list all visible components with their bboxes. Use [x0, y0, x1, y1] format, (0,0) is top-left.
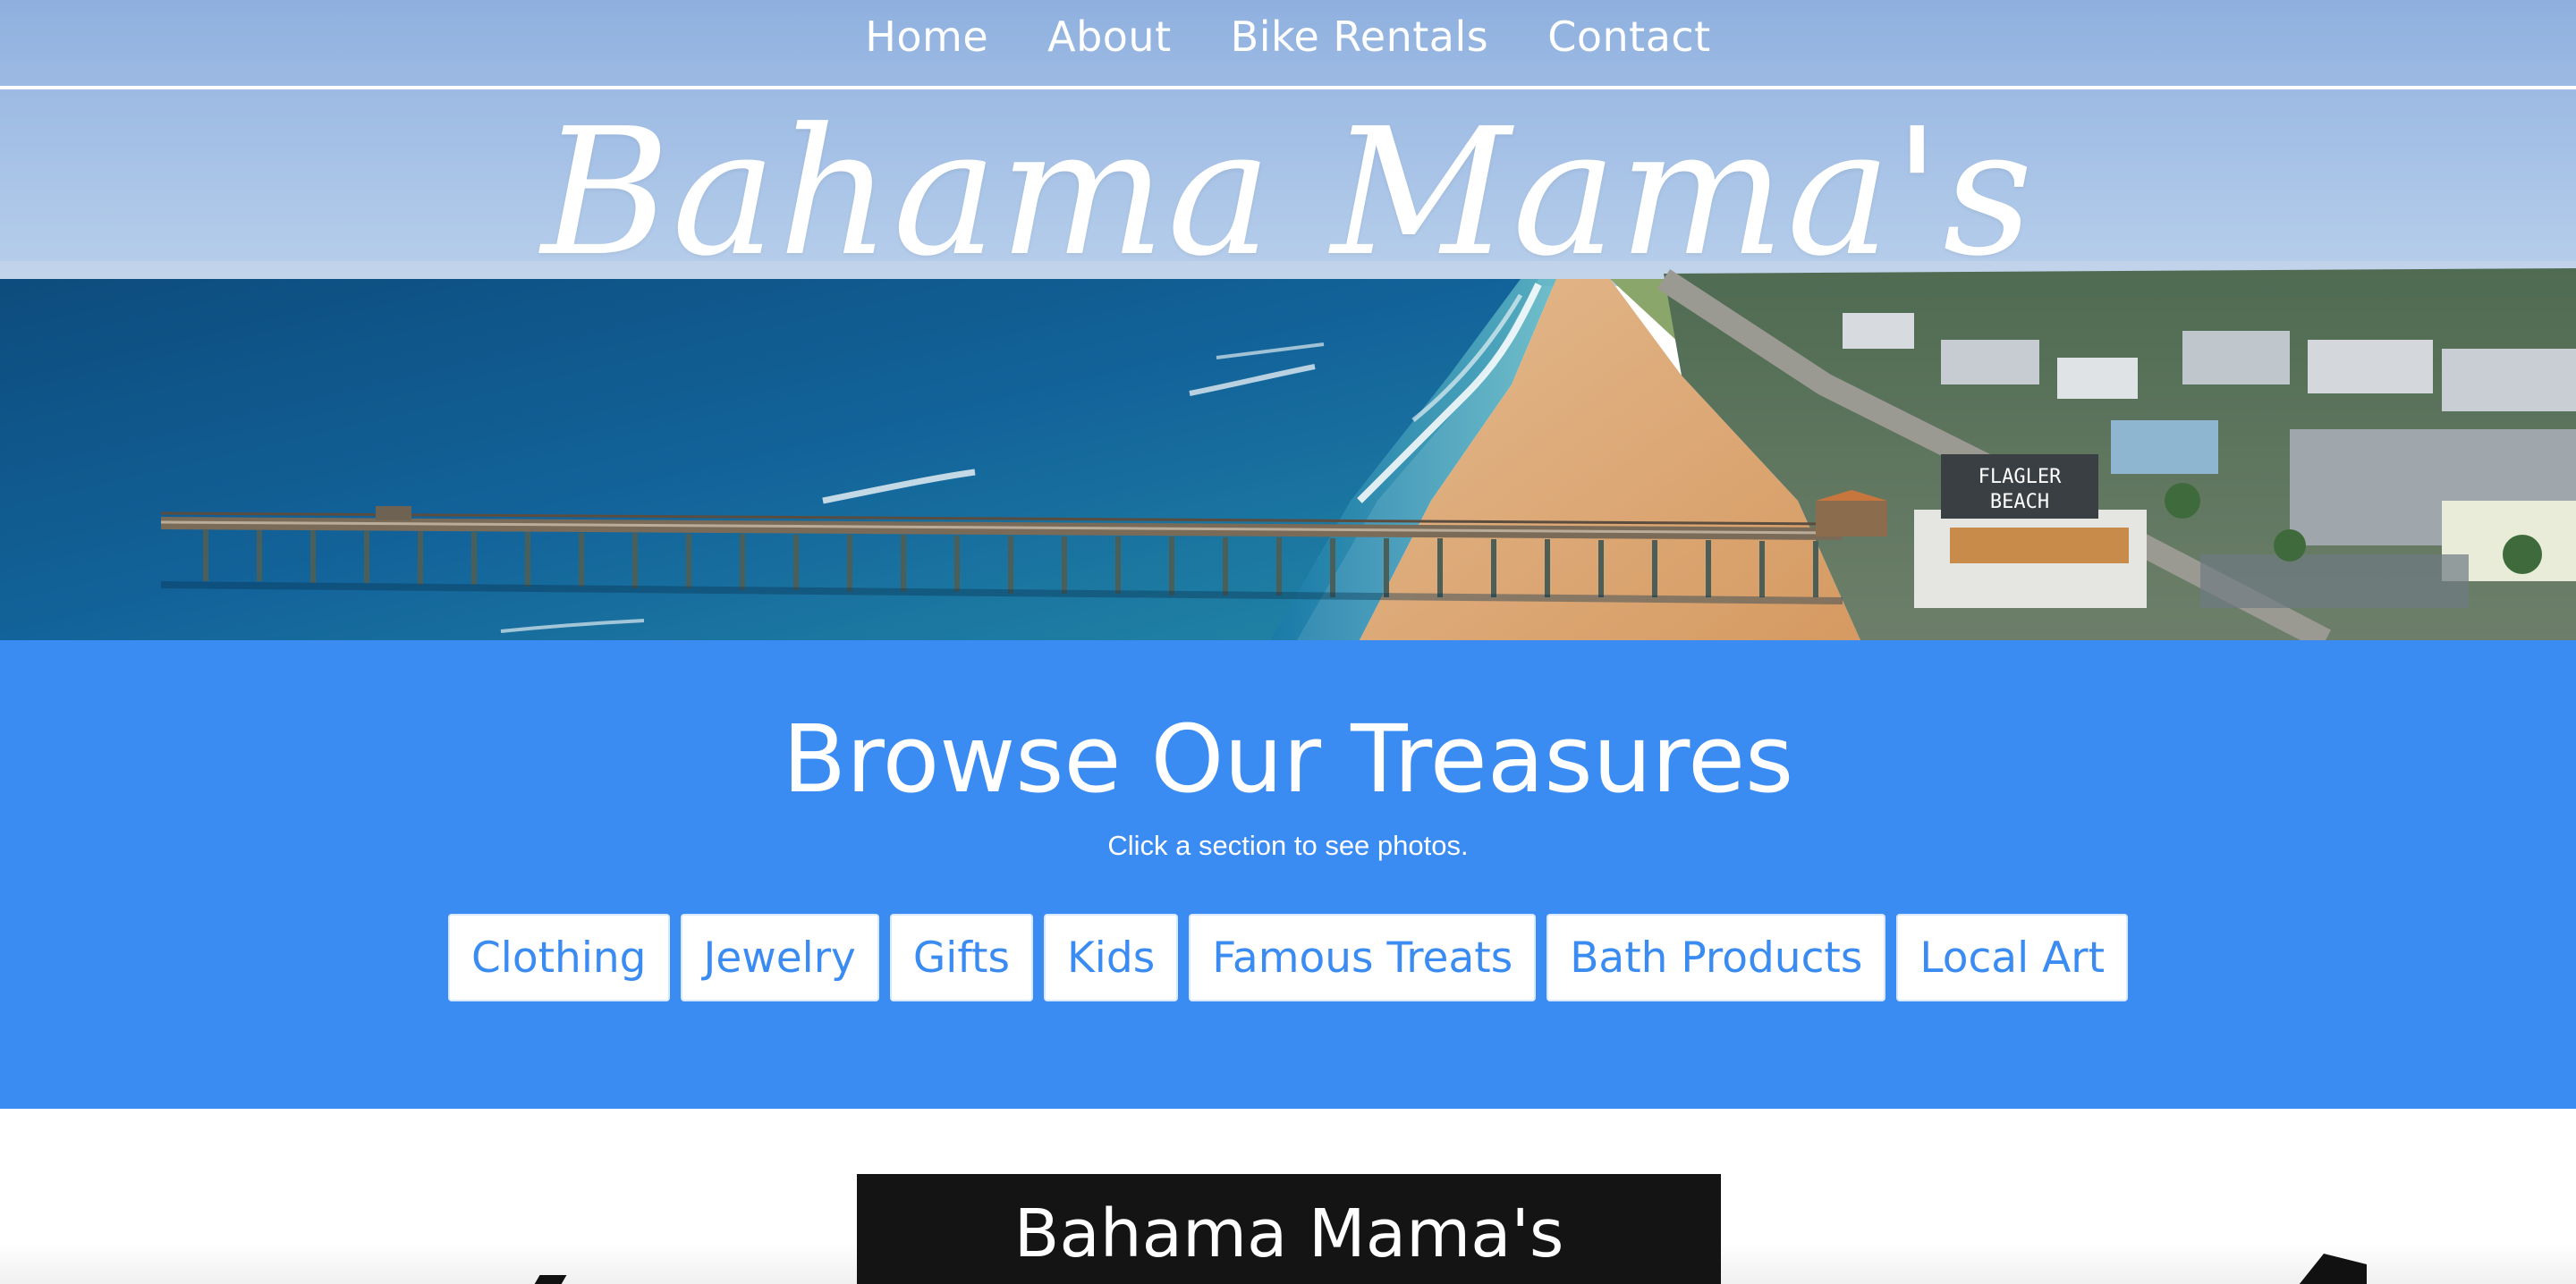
browse-section: Browse Our Treasures Click a section to … — [0, 640, 2576, 1109]
category-button-jewelry[interactable]: Jewelry — [680, 914, 879, 1001]
store-banner-card: Bahama Mama's — [857, 1174, 1721, 1284]
hero-banner: FLAGLER BEACH Home About Bike Rentals Co… — [0, 0, 2576, 640]
browse-subtitle: Click a section to see photos. — [1107, 830, 1469, 861]
nav-link-contact[interactable]: Contact — [1547, 13, 1710, 61]
nav-link-bike-rentals[interactable]: Bike Rentals — [1231, 13, 1489, 61]
site-logo-title: Bahama Mama's — [541, 91, 2035, 295]
nav-link-home[interactable]: Home — [865, 13, 988, 61]
store-banner-text: Bahama Mama's — [1013, 1195, 1564, 1272]
top-navigation: Home About Bike Rentals Contact — [0, 0, 2576, 89]
browse-heading: Browse Our Treasures — [782, 705, 1794, 814]
category-button-local-art[interactable]: Local Art — [1896, 914, 2129, 1001]
category-button-kids[interactable]: Kids — [1043, 914, 1179, 1001]
category-button-gifts[interactable]: Gifts — [889, 914, 1033, 1001]
nav-link-about[interactable]: About — [1047, 13, 1172, 61]
category-button-famous-treats[interactable]: Famous Treats — [1189, 914, 1537, 1001]
category-button-clothing[interactable]: Clothing — [447, 914, 670, 1001]
category-button-bath-products[interactable]: Bath Products — [1546, 914, 1886, 1001]
featured-section: Bahama Mama's — [0, 1109, 2576, 1284]
flagler-beach-sign-2: BEACH — [1990, 491, 2049, 513]
flagler-beach-sign: FLAGLER — [1979, 466, 2062, 488]
decorative-shape-left — [533, 1275, 567, 1284]
category-button-row: Clothing Jewelry Gifts Kids Famous Treat… — [0, 914, 2576, 1001]
